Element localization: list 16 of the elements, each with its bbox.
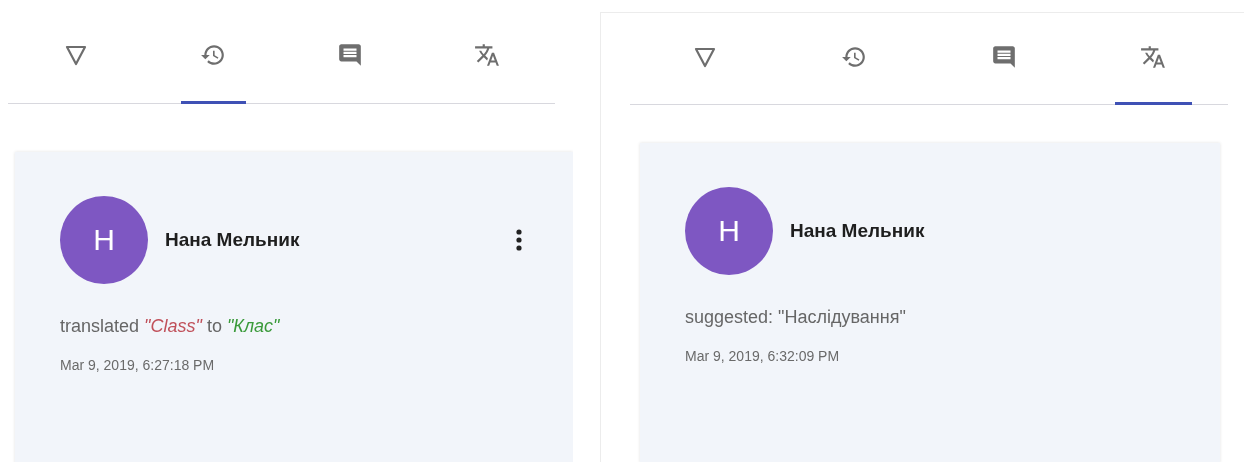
comment-icon — [990, 44, 1017, 70]
translate-icon — [473, 42, 500, 68]
user-name: Нана Мельник — [165, 229, 301, 251]
activity-text: translated "Class" to "Клас" — [60, 316, 281, 337]
avatar: H — [60, 196, 148, 284]
translate-icon — [1140, 44, 1167, 70]
timestamp: Mar 9, 2019, 6:32:09 PM — [685, 348, 841, 364]
history-icon — [200, 42, 227, 68]
activity-text: suggested: "Наслідування" — [685, 307, 907, 328]
user-name: Нана Мельник — [790, 220, 926, 242]
history-icon — [841, 44, 868, 70]
filter-icon — [65, 44, 88, 66]
timestamp: Mar 9, 2019, 6:27:18 PM — [60, 357, 216, 373]
filter-icon — [693, 46, 716, 68]
avatar: H — [685, 187, 773, 275]
comment-icon — [336, 42, 363, 68]
